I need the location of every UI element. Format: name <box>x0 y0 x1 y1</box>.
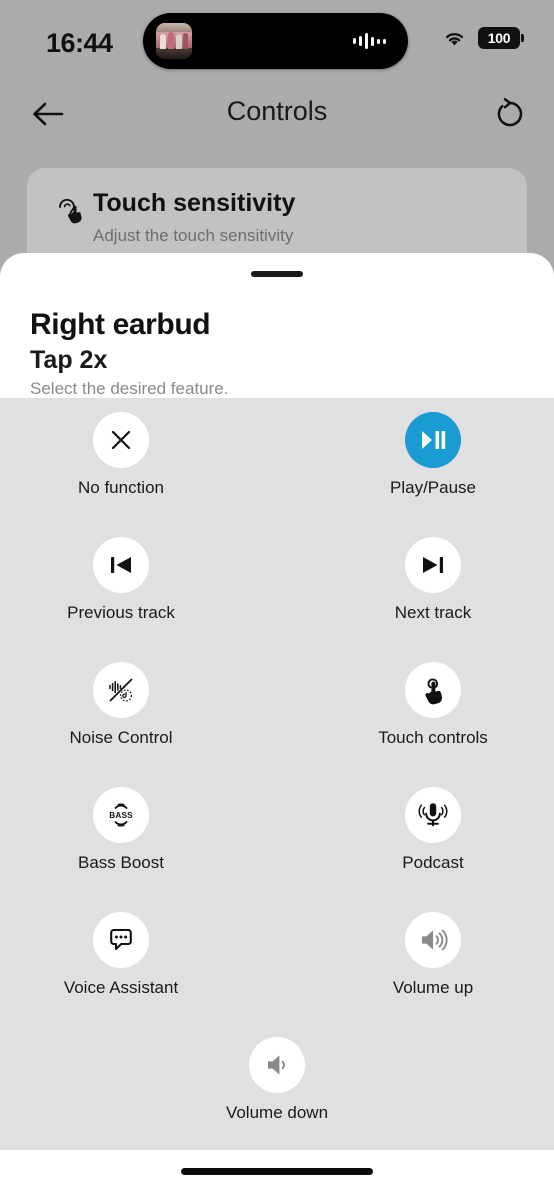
status-bar: 16:44 100 <box>0 0 554 78</box>
option-row: BASS Bass Boost Podcast <box>0 787 554 912</box>
option-icon-circle[interactable] <box>405 787 461 843</box>
option-noise-control[interactable]: Noise Control <box>31 662 211 787</box>
option-next-track[interactable]: Next track <box>343 537 523 662</box>
option-row: No function Play/Pause <box>0 412 554 537</box>
speech-bubble-icon <box>110 928 132 951</box>
option-label: Touch controls <box>378 728 488 747</box>
dynamic-island[interactable] <box>143 13 408 69</box>
volume-down-icon <box>268 1055 285 1075</box>
option-label: Next track <box>394 603 472 622</box>
option-label: Previous track <box>67 603 175 622</box>
refresh-ccw-icon <box>497 97 523 127</box>
sheet-title: Right earbud <box>30 308 211 341</box>
skip-previous-icon <box>111 557 131 573</box>
sheet-grabber-handle[interactable] <box>251 271 303 277</box>
sheet-hint-text: Select the desired feature. <box>30 379 229 398</box>
svg-text:BASS: BASS <box>109 811 133 820</box>
noise-control-icon <box>109 678 133 702</box>
touch-hand-icon <box>425 678 443 705</box>
option-label: Voice Assistant <box>63 978 179 997</box>
option-icon-circle[interactable] <box>405 537 461 593</box>
option-label: Volume up <box>392 978 474 997</box>
ear-touch-icon <box>59 198 82 224</box>
option-icon-circle[interactable] <box>93 412 149 468</box>
reset-button[interactable] <box>488 92 532 136</box>
feature-options-grid: No function Play/Pause Previous track Ne… <box>0 398 554 1155</box>
play-pause-icon <box>422 431 446 449</box>
bass-boost-icon: BASS <box>109 803 133 827</box>
option-row: Volume down <box>0 1037 554 1162</box>
close-x-icon <box>111 430 131 450</box>
option-touch-controls[interactable]: Touch controls <box>343 662 523 787</box>
option-icon-circle[interactable] <box>93 912 149 968</box>
option-podcast[interactable]: Podcast <box>343 787 523 912</box>
option-play-pause[interactable]: Play/Pause <box>343 412 523 537</box>
skip-next-icon <box>423 557 443 573</box>
option-label: Bass Boost <box>78 853 164 872</box>
volume-up-icon <box>422 929 448 951</box>
option-row: Voice Assistant Volume up <box>0 912 554 1037</box>
status-bar-indicators: 100 <box>442 27 524 49</box>
page-title: Controls <box>226 96 328 126</box>
option-row: Noise Control Touch controls <box>0 662 554 787</box>
microphone-icon <box>418 803 448 827</box>
option-icon-circle[interactable]: BASS <box>93 787 149 843</box>
touch-sensitivity-subtitle: Adjust the touch sensitivity <box>93 226 294 245</box>
option-previous-track[interactable]: Previous track <box>31 537 211 662</box>
option-bass-boost[interactable]: BASS Bass Boost <box>31 787 211 912</box>
status-bar-clock: 16:44 <box>46 28 113 58</box>
option-label: Podcast <box>402 853 464 872</box>
touch-sensitivity-title: Touch sensitivity <box>93 189 296 217</box>
navigation-bar: Controls <box>0 80 554 146</box>
option-icon-circle[interactable] <box>249 1037 305 1093</box>
option-no-function[interactable]: No function <box>31 412 211 537</box>
option-label: Noise Control <box>69 728 173 747</box>
option-volume-down[interactable]: Volume down <box>187 1037 367 1162</box>
option-icon-circle[interactable] <box>405 662 461 718</box>
home-indicator-bar[interactable] <box>181 1168 373 1175</box>
option-label: Volume down <box>225 1103 329 1122</box>
option-row: Previous track Next track <box>0 537 554 662</box>
audio-waveform-icon <box>353 32 386 50</box>
option-volume-up[interactable]: Volume up <box>343 912 523 1037</box>
option-icon-circle[interactable] <box>93 662 149 718</box>
option-label: Play/Pause <box>390 478 476 497</box>
album-art-thumbnail[interactable] <box>156 23 192 59</box>
sheet-header: Right earbud Tap 2x Select the desired f… <box>0 253 554 398</box>
bottom-sheet: Right earbud Tap 2x Select the desired f… <box>0 253 554 1200</box>
battery-level-text: 100 <box>487 30 511 46</box>
option-label: No function <box>78 478 164 497</box>
home-indicator-area <box>0 1150 554 1200</box>
option-icon-circle[interactable] <box>93 537 149 593</box>
option-voice-assistant[interactable]: Voice Assistant <box>31 912 211 1037</box>
option-icon-circle[interactable] <box>405 412 461 468</box>
battery-icon: 100 <box>478 27 524 49</box>
wifi-icon <box>445 32 464 45</box>
sheet-subtitle: Tap 2x <box>30 346 108 374</box>
option-icon-circle[interactable] <box>405 912 461 968</box>
